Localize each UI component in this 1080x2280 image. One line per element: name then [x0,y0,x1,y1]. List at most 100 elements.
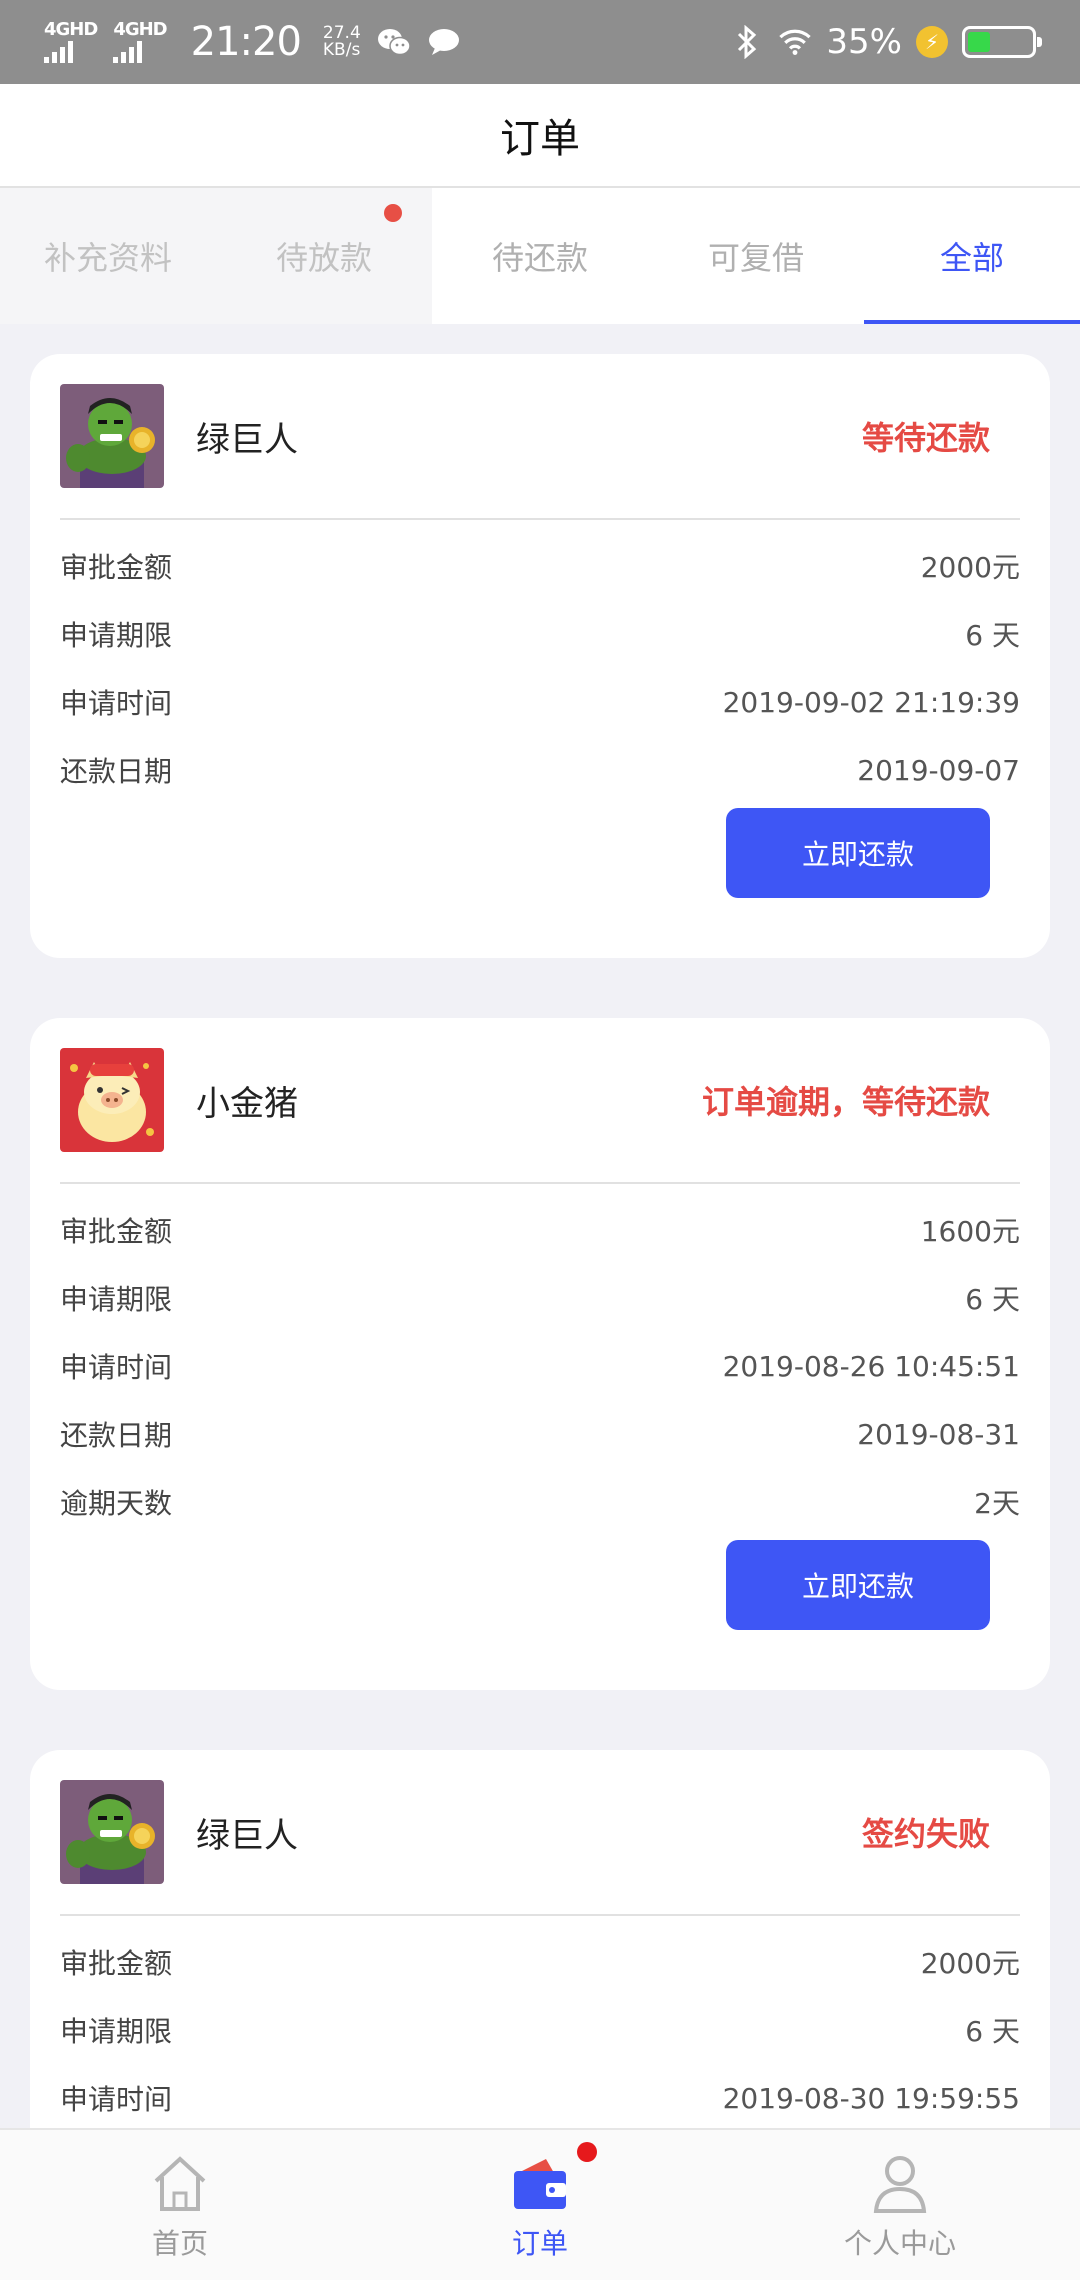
detail-value: 2019-09-07 [857,753,1020,787]
divider [60,1914,1020,1916]
divider [60,1182,1020,1184]
signal-label: 4GHD [44,19,98,40]
order-tabs: 补充资料 待放款 待还款 可复借 全部 [0,188,1080,324]
order-list: 绿巨人 等待还款 审批金额 2000元 申请期限 6 天申请时间 2019-09-02 21… [30,354,1050,2252]
battery-fill [968,32,990,52]
signal-bars-icon [113,41,143,63]
hulk-logo [60,384,164,488]
order-card: 绿巨人 签约失败审批金额 2000元申请期限 6 天申请时间 2019-08-30 19… [30,1750,1050,2192]
tab-label: 待放款 [275,239,372,277]
wallet-icon [505,2142,597,2218]
status-bar-right: 35% ⚡ [730,22,1042,62]
detail-row: 申请期限 6 天 [60,1996,1020,2064]
detail-value: 2000元 [920,551,1020,584]
detail-label: 审批金额 [60,551,173,584]
detail-value: 6 天 [965,619,1020,652]
detail-value: 2019-08-26 10:45:51 [722,1349,1020,1383]
detail-value: 6 天 [965,1283,1020,1316]
detail-label: 申请期限 [60,619,173,652]
repay-now-button[interactable]: 立即还款 [726,808,990,898]
page-header: 订单 [0,84,1080,188]
app-root: 4GHD 4GHD 21:20 27.4 KB/s 35% ⚡ 订单 补充资料 … [0,0,1080,2280]
pig-logo [60,1048,164,1152]
nav-label: 订单 [511,2227,568,2260]
detail-value: 2019-09-02 21:19:39 [722,685,1020,719]
tab-1[interactable]: 待放款 [216,188,432,324]
detail-row: 逾期天数 2天 [60,1468,1020,1536]
signal-indicator-2: 4GHD [113,19,168,63]
wifi-icon [778,27,812,57]
detail-value: 2天 [974,1487,1020,1520]
detail-row: 申请时间 2019-08-30 19:59:55 [60,2064,1020,2132]
order-card: 绿巨人 等待还款审批金额 2000元申请期限 6 天申请时间 2019-09-02 21… [30,354,1050,958]
detail-label: 申请期限 [60,1283,173,1316]
nav-item-person[interactable]: 个人中心 [720,2130,1080,2280]
detail-value: 2000元 [920,1947,1020,1980]
battery-percent: 35% [826,22,902,62]
tab-label: 补充资料 [43,239,172,277]
status-bar: 4GHD 4GHD 21:20 27.4 KB/s 35% ⚡ [0,0,1080,84]
message-icon [427,27,461,57]
tab-label: 可复借 [707,239,804,277]
charging-icon: ⚡ [916,26,948,58]
detail-value: 2019-08-30 19:59:55 [722,2081,1020,2115]
repay-now-button[interactable]: 立即还款 [726,1540,990,1630]
detail-label: 审批金额 [60,1215,173,1248]
tab-4[interactable]: 全部 [864,188,1080,324]
signal-bars-icon [44,41,73,63]
page-title: 订单 [500,116,580,162]
order-card: 小金猪 订单逾期，等待还款审批金额 1600元申请期限 6 天申请时间 2019-08-… [30,1018,1050,1690]
button-row: 立即还款 [60,1540,1020,1630]
nav-label: 个人中心 [843,2227,956,2260]
detail-row: 审批金额 2000元 [60,1928,1020,1996]
detail-row: 审批金额 1600元 [60,1196,1020,1264]
detail-label: 审批金额 [60,1947,173,1980]
notification-dot [577,2142,597,2162]
order-status: 等待还款 [861,419,990,457]
person-icon [865,2148,935,2218]
detail-row: 审批金额 2000元 [60,532,1020,600]
lender-name: 绿巨人 [196,419,298,460]
divider [60,518,1020,520]
lender-name: 小金猪 [196,1083,298,1124]
detail-label: 逾期天数 [60,1487,173,1520]
detail-row: 申请时间 2019-09-02 21:19:39 [60,668,1020,736]
tab-0[interactable]: 补充资料 [0,188,216,324]
detail-label: 申请期限 [60,2015,173,2048]
tab-3[interactable]: 可复借 [648,188,864,324]
detail-value: 1600元 [920,1215,1020,1248]
detail-label: 还款日期 [60,1419,173,1452]
detail-label: 申请时间 [60,2083,173,2116]
detail-row: 申请期限 6 天 [60,1264,1020,1332]
detail-row: 申请期限 6 天 [60,600,1020,668]
detail-label: 还款日期 [60,755,173,788]
order-status: 订单逾期，等待还款 [701,1083,990,1121]
notification-dot [384,204,402,222]
nav-item-home[interactable]: 首页 [0,2130,360,2280]
order-card-header: 绿巨人 签约失败 [60,1780,1020,1884]
bottom-nav: 首页 订单 个人中心 [0,2128,1080,2280]
detail-row: 还款日期 2019-08-31 [60,1400,1020,1468]
home-icon [145,2148,215,2218]
wechat-icon [377,27,411,57]
battery-icon [962,26,1042,58]
order-status: 签约失败 [861,1815,990,1853]
signal-indicator-1: 4GHD [44,19,98,63]
lender-name: 绿巨人 [196,1815,298,1856]
detail-row: 还款日期 2019-09-07 [60,736,1020,804]
signal-label: 4GHD [113,19,167,40]
clock: 21:20 [190,19,302,65]
detail-row: 申请时间 2019-08-26 10:45:51 [60,1332,1020,1400]
detail-label: 申请时间 [60,687,173,720]
nav-item-wallet[interactable]: 订单 [360,2130,720,2280]
network-speed: 27.4 KB/s [323,25,361,59]
detail-value: 6 天 [965,2015,1020,2048]
network-speed-unit: KB/s [322,40,361,60]
tab-2[interactable]: 待还款 [432,188,648,324]
detail-value: 2019-08-31 [857,1417,1020,1451]
button-row: 立即还款 [60,808,1020,898]
status-bar-left: 4GHD 4GHD 21:20 27.4 KB/s [44,19,461,65]
bluetooth-icon [730,25,764,59]
tab-label: 待还款 [491,239,588,277]
tab-label: 全部 [939,239,1004,277]
